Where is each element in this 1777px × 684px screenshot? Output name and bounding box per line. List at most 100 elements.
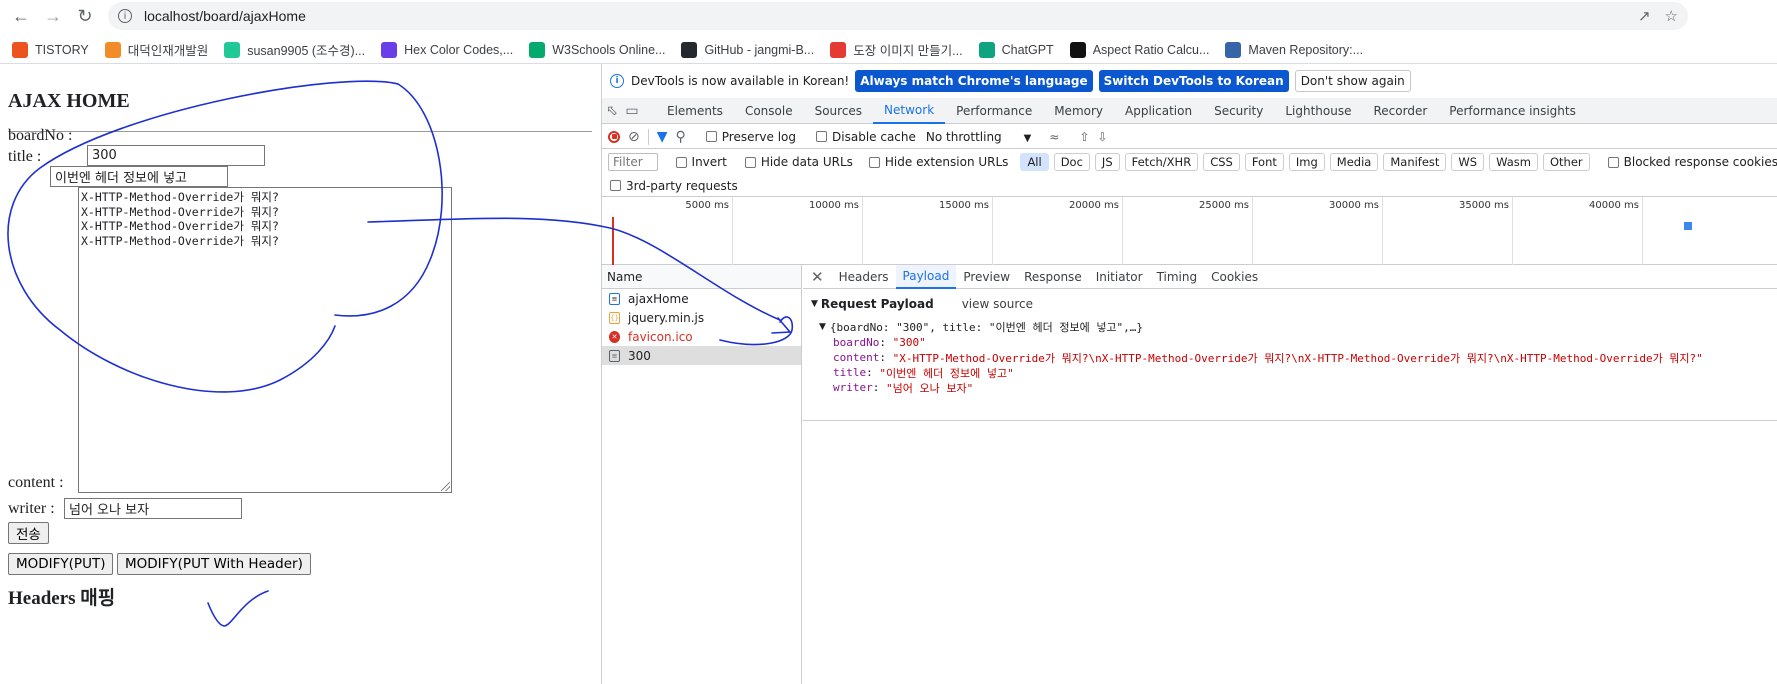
tab-lighthouse[interactable]: Lighthouse bbox=[1274, 98, 1362, 124]
hide-extension-urls-checkbox[interactable]: Hide extension URLs bbox=[868, 155, 1008, 169]
content-text: X-HTTP-Method-Override가 뭐지? X-HTTP-Method… bbox=[81, 190, 449, 248]
bookmark-item[interactable]: Hex Color Codes,... bbox=[381, 41, 514, 58]
search-icon[interactable]: ⚲ bbox=[676, 129, 686, 145]
invert-checkbox[interactable]: Invert bbox=[675, 155, 727, 169]
tab-performance-insights[interactable]: Performance insights bbox=[1438, 98, 1587, 124]
tab-security[interactable]: Security bbox=[1203, 98, 1274, 124]
detail-tab-initiator[interactable]: Initiator bbox=[1089, 265, 1150, 289]
invert-box[interactable] bbox=[675, 156, 687, 168]
tab-console[interactable]: Console bbox=[734, 98, 804, 124]
blocked-cookies-box[interactable] bbox=[1607, 156, 1619, 168]
bookmark-label: Hex Color Codes,... bbox=[404, 42, 514, 57]
blocked-cookies-checkbox[interactable]: Blocked response cookies bbox=[1607, 155, 1777, 169]
export-har-icon[interactable]: ⇩ bbox=[1098, 130, 1108, 144]
detail-tab-payload[interactable]: Payload bbox=[895, 264, 957, 289]
stop-recording-icon[interactable] bbox=[608, 130, 620, 143]
bookmark-item[interactable]: Aspect Ratio Calcu... bbox=[1069, 41, 1209, 58]
type-filter-other[interactable]: Other bbox=[1542, 153, 1590, 171]
payload-summary-row[interactable]: ▼ {boardNo: "300", title: "이번엔 헤더 정보에 넣고… bbox=[819, 318, 1770, 335]
request-row[interactable]: ≡ ajaxHome bbox=[602, 289, 801, 308]
expand-triangle-icon[interactable]: ▼ bbox=[819, 322, 826, 332]
filter-input[interactable]: Filter bbox=[608, 153, 658, 171]
tab-recorder[interactable]: Recorder bbox=[1363, 98, 1439, 124]
network-overview-timeline[interactable]: 5000 ms 10000 ms 15000 ms 20000 ms 25000 ms 3… bbox=[602, 197, 1777, 265]
hide-extension-urls-box[interactable] bbox=[868, 156, 880, 168]
type-filter-ws[interactable]: WS bbox=[1451, 153, 1485, 171]
name-column-header[interactable]: Name bbox=[602, 265, 801, 289]
preserve-log-box[interactable] bbox=[705, 131, 717, 142]
detail-tab-timing[interactable]: Timing bbox=[1150, 265, 1205, 289]
bookmark-item[interactable]: ChatGPT bbox=[978, 41, 1054, 58]
request-row[interactable]: ≡ 300 bbox=[602, 346, 801, 365]
tab-sources[interactable]: Sources bbox=[804, 98, 873, 124]
third-party-box[interactable] bbox=[610, 180, 621, 191]
type-filter-img[interactable]: Img bbox=[1288, 153, 1325, 171]
disable-cache-checkbox[interactable]: Disable cache bbox=[816, 130, 916, 144]
type-filter-wasm[interactable]: Wasm bbox=[1489, 153, 1538, 171]
tab-memory[interactable]: Memory bbox=[1043, 98, 1114, 124]
filter-icon[interactable]: ▼ bbox=[657, 129, 668, 145]
view-source-link[interactable]: view source bbox=[962, 297, 1033, 311]
bookmark-item[interactable]: susan9905 (조수경)... bbox=[224, 40, 365, 59]
detail-tab-headers[interactable]: Headers bbox=[832, 265, 896, 289]
board-no-input[interactable]: 300 bbox=[87, 145, 265, 166]
bookmark-item[interactable]: 대덕인재개발원 bbox=[104, 40, 208, 59]
submit-button[interactable]: 전송 bbox=[8, 522, 49, 544]
tab-elements[interactable]: Elements bbox=[656, 98, 734, 124]
reload-icon[interactable]: ↻ bbox=[72, 3, 98, 29]
collapse-triangle-icon[interactable]: ▼ bbox=[811, 299, 818, 309]
bookmark-star-icon[interactable]: ☆ bbox=[1665, 7, 1678, 25]
import-har-icon[interactable]: ⇧ bbox=[1079, 130, 1089, 144]
type-filter-css[interactable]: CSS bbox=[1203, 153, 1240, 171]
request-row[interactable]: ✕ favicon.ico bbox=[602, 327, 801, 346]
back-arrow-icon[interactable]: ← bbox=[8, 3, 34, 29]
type-filter-js[interactable]: JS bbox=[1094, 153, 1120, 171]
site-info-icon[interactable]: i bbox=[118, 9, 132, 23]
modify-put-with-header-button[interactable]: MODIFY(PUT With Header) bbox=[117, 553, 311, 575]
hide-data-urls-checkbox[interactable]: Hide data URLs bbox=[744, 155, 853, 169]
type-filter-manifest[interactable]: Manifest bbox=[1383, 153, 1447, 171]
bookmark-item[interactable]: W3Schools Online... bbox=[529, 41, 665, 58]
tab-network[interactable]: Network bbox=[873, 98, 946, 124]
match-language-button[interactable]: Always match Chrome's language bbox=[855, 70, 1093, 92]
content-textarea[interactable]: X-HTTP-Method-Override가 뭐지? X-HTTP-Method… bbox=[78, 187, 452, 493]
network-conditions-icon[interactable]: ≈ bbox=[1049, 130, 1059, 144]
detail-tab-cookies[interactable]: Cookies bbox=[1204, 265, 1265, 289]
bookmark-item[interactable]: 도장 이미지 만들기... bbox=[830, 40, 963, 59]
tab-application[interactable]: Application bbox=[1114, 98, 1203, 124]
preserve-log-checkbox[interactable]: Preserve log bbox=[705, 130, 796, 144]
type-filter-font[interactable]: Font bbox=[1244, 153, 1284, 171]
bookmark-item[interactable]: TISTORY bbox=[12, 41, 89, 58]
resize-grip-icon[interactable] bbox=[441, 482, 450, 491]
type-filter-media[interactable]: Media bbox=[1329, 153, 1379, 171]
third-party-checkbox[interactable]: 3rd-party requests bbox=[610, 179, 738, 193]
type-filter-all[interactable]: All bbox=[1020, 153, 1049, 171]
address-bar[interactable]: i localhost/board/ajaxHome ↗ ☆ bbox=[108, 2, 1688, 30]
forward-arrow-icon[interactable]: → bbox=[40, 3, 66, 29]
switch-korean-button[interactable]: Switch DevTools to Korean bbox=[1098, 70, 1289, 92]
device-toolbar-icon[interactable]: ▭ bbox=[622, 98, 642, 124]
detail-tab-preview[interactable]: Preview bbox=[956, 265, 1017, 289]
disable-cache-box[interactable] bbox=[816, 131, 828, 142]
request-row[interactable]: {} jquery.min.js bbox=[602, 308, 801, 327]
timeline-tick-label: 35000 ms bbox=[1459, 200, 1509, 211]
tab-performance[interactable]: Performance bbox=[945, 98, 1043, 124]
hide-data-urls-box[interactable] bbox=[744, 156, 756, 168]
modify-put-button[interactable]: MODIFY(PUT) bbox=[8, 553, 114, 575]
dont-show-again-button[interactable]: Don't show again bbox=[1294, 70, 1411, 92]
timeline-tick: 15000 ms bbox=[939, 197, 993, 265]
inspect-element-icon[interactable]: ⬁ bbox=[602, 98, 622, 124]
payload-field: title: "이번엔 헤더 정보에 넣고" bbox=[833, 365, 1770, 380]
bookmark-item[interactable]: Maven Repository:... bbox=[1225, 41, 1363, 58]
writer-input[interactable]: 넘어 오나 보자 bbox=[64, 498, 242, 519]
type-filter-fetch-xhr[interactable]: Fetch/XHR bbox=[1124, 153, 1199, 171]
bookmark-item[interactable]: GitHub - jangmi-B... bbox=[681, 41, 814, 58]
close-icon[interactable]: ✕ bbox=[811, 268, 824, 286]
type-filter-doc[interactable]: Doc bbox=[1053, 153, 1090, 171]
payload-colon: : bbox=[879, 336, 893, 349]
clear-icon[interactable]: ⊘ bbox=[628, 129, 640, 145]
throttling-select[interactable]: No throttling ▼ bbox=[926, 130, 1031, 144]
share-icon[interactable]: ↗ bbox=[1638, 7, 1651, 25]
title-input[interactable]: 이번엔 헤더 정보에 넣고 bbox=[50, 166, 228, 187]
detail-tab-response[interactable]: Response bbox=[1017, 265, 1089, 289]
